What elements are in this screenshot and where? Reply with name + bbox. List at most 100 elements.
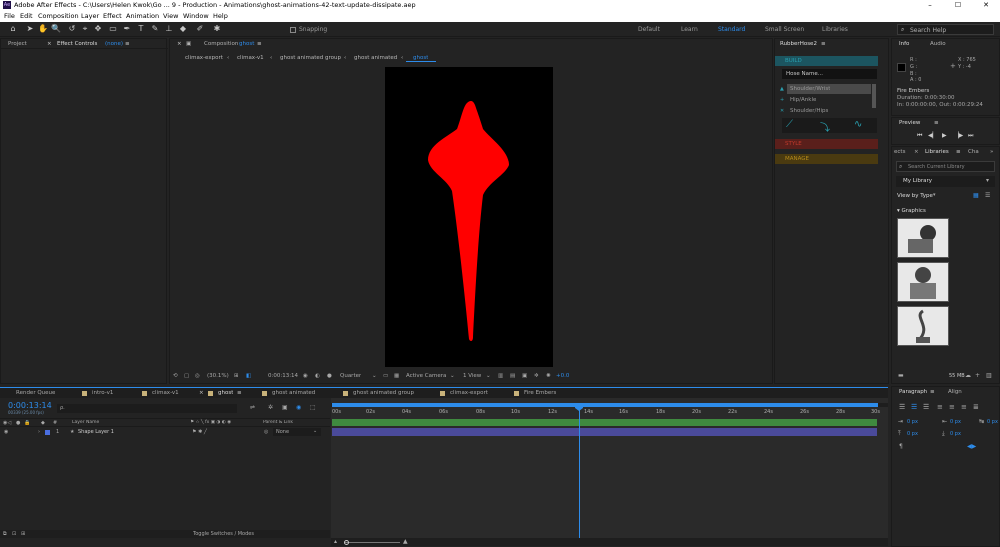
eye-icon[interactable]: ◉ [4,429,8,435]
next-frame-icon[interactable]: ▕▶ [954,132,963,139]
menu-composition[interactable]: Composition [38,12,79,20]
snapping-checkbox[interactable] [290,27,296,33]
space-after-value[interactable]: 0 px [950,431,961,437]
trash-icon[interactable]: ▥ [986,372,992,379]
tab-info[interactable]: Info [899,41,909,47]
panel-menu-icon[interactable]: ≡ [956,149,961,155]
pan-behind-tool-icon[interactable]: ✥ [93,24,103,34]
cloud-icon[interactable]: ☁ [965,372,971,379]
rubberhose-tab[interactable]: RubberHose2 [780,41,817,47]
workspace-default[interactable]: Default [638,26,660,33]
zoom-slider-thumb[interactable] [344,540,349,545]
tab-effects[interactable]: ects [894,149,905,155]
close-icon[interactable]: × [914,149,919,155]
space-after-icon[interactable]: ⤓ [942,430,945,438]
rubberhose-build-button[interactable]: BUILD [775,56,878,66]
chevron-down-icon[interactable]: ⌄ [486,373,491,379]
zoom-slider-track[interactable] [345,542,400,543]
hose-arm-icon[interactable]: ⟋ [786,119,793,130]
ghost-shape[interactable] [385,67,553,367]
search-help-field[interactable]: ⌕ Search Help [897,24,994,35]
hose-tail-icon[interactable]: ∿ [854,119,862,130]
composition-tab-name[interactable]: ghost [239,41,254,47]
indent-right-icon[interactable]: ⇤ [942,418,947,425]
last-frame-icon[interactable]: ⏭ [968,132,973,140]
frame-blending-icon[interactable]: ◉ [296,404,301,411]
tab-climax-export[interactable]: climax-export [450,390,488,396]
add-icon[interactable]: + [975,372,980,379]
workspace-libraries[interactable]: Libraries [822,26,848,33]
graphic-thumbnail[interactable] [897,306,949,346]
panel-menu-icon[interactable]: ≡ [125,41,130,47]
work-area-range[interactable] [332,403,878,407]
flowchart-icon[interactable]: ✲ [534,373,539,379]
timeline-timecode[interactable]: 0:00:13:14 [8,401,52,410]
space-before-icon[interactable]: ⤒ [898,430,901,438]
minimize-button[interactable]: – [916,0,944,10]
rubberhose-style-button[interactable]: STYLE [775,139,878,149]
menu-view[interactable]: View [163,12,178,20]
panel-menu-icon[interactable]: ≡ [934,120,939,126]
tab-ghost[interactable]: ghost [218,390,233,396]
tab-fire-embers[interactable]: Fire Embers [524,390,556,396]
list-item[interactable]: Shoulder/Wrist [790,86,830,92]
move-up-icon[interactable]: ▲ [780,86,784,92]
justify-right-icon[interactable]: ≡ [961,403,967,411]
layer-switches-icon[interactable]: ⚑ ✱ ╱ [192,429,207,435]
layer-name[interactable]: Shape Layer 1 [78,429,114,435]
timeline-search-input[interactable]: ρ. [57,404,237,413]
first-frame-icon[interactable]: ⏮ [917,132,922,140]
menu-layer[interactable]: Layer [81,12,99,20]
toggle-switches-modes[interactable]: Toggle Switches / Modes [193,531,254,537]
list-item[interactable]: Shoulder/Hips [790,108,828,114]
justify-center-icon[interactable]: ≡ [949,403,955,411]
video-switch-icon[interactable]: ◉◁ [3,420,11,426]
indent-right-value[interactable]: 0 px [950,419,961,425]
ltr-direction-icon[interactable]: ◀▶ [967,443,976,450]
space-before-value[interactable]: 0 px [907,431,918,437]
parent-dropdown[interactable]: None ⌄ [273,428,321,436]
overflow-icon[interactable]: » [990,149,993,155]
viewer-timecode[interactable]: 0:00:13:14 [268,373,298,379]
type-tool-icon[interactable]: T [136,24,146,34]
pickwhip-icon[interactable]: ◎ [264,429,268,435]
chevron-down-icon[interactable]: ⌄ [450,373,455,379]
breadcrumb-ghost-animated[interactable]: ghost animated [354,55,397,61]
parent-link-header[interactable]: Parent & Link [263,420,293,425]
folder-icon[interactable]: ▬ [898,372,904,379]
zoom-level[interactable]: (30.1%) [207,373,229,379]
list-scrollbar[interactable] [872,84,876,108]
layer-label-color[interactable] [45,430,50,435]
timeline-icon[interactable]: ▣ [522,373,527,379]
menu-file[interactable]: File [4,12,15,20]
indent-left-value[interactable]: 0 px [907,419,918,425]
toggle-pixel-aspect-icon[interactable]: ▥ [498,373,503,379]
panel-menu-icon[interactable]: ≡ [930,389,935,395]
layer-switches-pane-icon[interactable]: ⧉ [3,531,7,537]
roto-brush-tool-icon[interactable]: ✐ [195,24,205,34]
close-icon[interactable]: × [177,41,182,47]
align-right-icon[interactable]: ☰ [923,403,929,411]
close-icon[interactable]: × [199,390,204,396]
panel-menu-icon[interactable]: ≡ [237,390,242,396]
always-preview-icon[interactable]: ⟲ [173,373,178,379]
comp-mini-flowchart-icon[interactable]: ⇌ [250,404,255,411]
ltr-text-icon[interactable]: ¶ [899,443,903,450]
justify-all-icon[interactable]: ≣ [973,403,979,411]
draft-3d-icon[interactable]: ✲ [268,404,273,411]
list-item[interactable]: Hip/Ankle [790,97,816,103]
graphic-thumbnail[interactable] [897,262,949,302]
tab-preview[interactable]: Preview [899,120,920,126]
breadcrumb-climax-v1[interactable]: climax-v1 [237,55,264,61]
pen-tool-icon[interactable]: ✒ [122,24,132,34]
list-view-icon[interactable]: ☰ [985,192,990,199]
mask-visibility-icon[interactable]: ◎ [195,373,200,379]
workspace-learn[interactable]: Learn [681,26,698,33]
home-icon[interactable]: ⌂ [8,24,18,34]
transparency-grid-icon[interactable]: ▦ [394,373,399,379]
transparency-icon[interactable]: ◧ [246,373,251,379]
menu-window[interactable]: Window [183,12,209,20]
tab-climax-v1[interactable]: climax-v1 [152,390,179,396]
clone-stamp-tool-icon[interactable]: ⊥ [164,24,174,34]
workspace-standard[interactable]: Standard [718,26,745,33]
